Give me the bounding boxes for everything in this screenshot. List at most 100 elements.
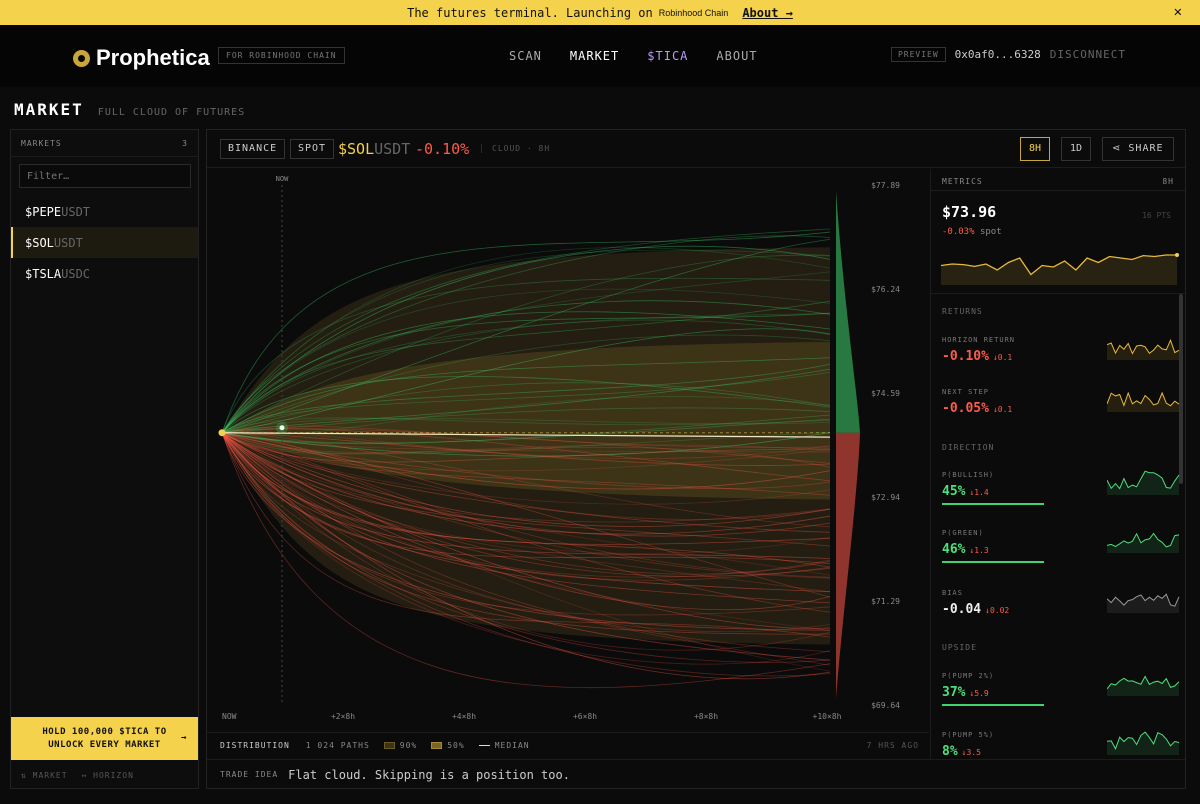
x-tick-label: +2×8h — [331, 712, 355, 721]
disconnect-button[interactable]: DISCONNECT — [1050, 48, 1126, 61]
metric-row: HORIZON RETURN -0.10% ↓0.1 — [942, 336, 1182, 364]
distribution-bar: DISTRIBUTION 1 024 PATHS 90% 50% MEDIAN … — [207, 732, 929, 758]
market-quote: USDT — [53, 235, 83, 250]
points-count: 16 PTS — [1142, 211, 1171, 220]
chain-badge: FOR ROBINHOOD CHAIN — [218, 47, 345, 64]
pair-base: $SOL — [338, 140, 375, 158]
nav-links: SCAN MARKET $TICA ABOUT — [509, 49, 758, 63]
legend-50-swatch — [431, 742, 443, 749]
share-label: SHARE — [1128, 143, 1164, 154]
distribution-label: DISTRIBUTION — [220, 741, 290, 750]
y-tick-label: $72.94 — [871, 493, 900, 502]
page-subtitle: FULL CLOUD OF FUTURES — [97, 107, 246, 118]
metric-sparkline — [1107, 675, 1180, 696]
market-filter-input[interactable] — [19, 164, 191, 188]
metric-row: P(BULLISH) 45% ↓1.4 — [942, 470, 1182, 505]
nav-scan[interactable]: SCAN — [509, 49, 542, 63]
arrow-right-icon: → — [181, 733, 187, 743]
pair-quote: USDT — [374, 140, 411, 158]
price-spark-end — [1175, 253, 1179, 257]
price-change: -0.10% — [415, 140, 470, 158]
market-item-pepe[interactable]: $PEPE USDT — [11, 196, 198, 227]
nav-tica[interactable]: $TICA — [647, 49, 688, 63]
robinhood-chain-logo: Robinhood Chain — [658, 7, 729, 18]
cloud-label: CLOUD · 8H — [481, 144, 550, 153]
share-icon: ⋖ — [1112, 143, 1129, 154]
market-item-tsla[interactable]: $TSLA USDC — [11, 258, 198, 289]
close-icon[interactable]: ✕ — [1174, 4, 1182, 20]
metric-row: P(GREEN) 46% ↓1.3 — [942, 529, 1182, 563]
y-tick-label: $77.89 — [871, 181, 900, 190]
market-panel: BINANCE SPOT $SOLUSDT -0.10% CLOUD · 8H … — [206, 129, 1186, 789]
spot-change-value: -0.03% — [942, 227, 975, 237]
metric-delta: ↓5.9 — [969, 689, 989, 698]
metrics-header: METRICS 8H — [931, 169, 1185, 191]
legend-90-swatch — [383, 742, 395, 749]
spot-change: -0.03% spot — [942, 227, 1002, 237]
now-point — [279, 425, 285, 431]
legend-median-swatch — [478, 745, 490, 746]
metrics-horizon: 8H — [1162, 177, 1174, 186]
legend-median-label: MEDIAN — [494, 741, 530, 750]
spot-label: spot — [979, 227, 1002, 237]
exchange-chip[interactable]: BINANCE — [220, 139, 286, 159]
y-tick-label: $76.24 — [871, 285, 900, 294]
metric-delta: ↓0.1 — [992, 405, 1013, 414]
y-tick-label: $69.64 — [871, 701, 900, 710]
section-direction: DIRECTION — [942, 443, 995, 452]
hint-horizon: ↔ HORIZON — [81, 771, 134, 780]
metric-delta: ↓3.5 — [961, 748, 981, 757]
trade-idea-text: Flat cloud. Skipping is a position too. — [288, 767, 570, 782]
timeframe-8h-button[interactable]: 8H — [1020, 137, 1051, 161]
banner-about-link[interactable]: About → — [742, 6, 793, 20]
metric-spark-area — [1107, 393, 1179, 412]
unlock-line-2: UNLOCK EVERY MARKET — [48, 739, 161, 750]
metric-underline-bar — [942, 704, 1044, 706]
metric-sparkline — [1107, 593, 1180, 613]
metric-value-text: 45% — [942, 484, 966, 499]
metric-sparkline — [1107, 391, 1180, 412]
trade-idea-bar: TRADE IDEA Flat cloud. Skipping is a pos… — [207, 759, 1185, 789]
nav-about[interactable]: ABOUT — [716, 49, 757, 63]
metric-underline-bar — [942, 503, 1044, 505]
market-base: $SOL — [25, 235, 54, 250]
metric-sparkline — [1107, 731, 1180, 755]
timeframe-1d-button[interactable]: 1D — [1061, 137, 1092, 161]
brand-name: Prophetica — [96, 45, 210, 70]
markets-header: MARKETS 3 — [11, 130, 198, 157]
brand-logo[interactable]: Prophetica — [73, 45, 210, 71]
unlock-button[interactable]: HOLD 100,000 $TICA TO UNLOCK EVERY MARKE… — [11, 717, 198, 760]
markets-sidebar: MARKETS 3 $PEPEUSDT $SOLUSDT $TSLAUSDC H… — [10, 129, 199, 789]
mode-chip[interactable]: SPOT — [290, 139, 335, 159]
metric-row: BIAS -0.04 ↓0.02 — [942, 589, 1182, 617]
unlock-line-1: HOLD 100,000 $TICA TO — [42, 726, 167, 737]
metric-row: P(PUMP 5%) 8% ↓3.5 — [942, 731, 1182, 759]
metrics-divider — [931, 293, 1185, 294]
metric-value-text: 37% — [942, 685, 966, 700]
share-button[interactable]: ⋖ SHARE — [1102, 137, 1174, 161]
metric-underline-bar — [942, 561, 1044, 563]
metric-delta: ↓1.3 — [969, 546, 989, 555]
legend-50-label: 50% — [447, 741, 465, 750]
metric-spark-area — [1107, 340, 1179, 360]
wallet-address: 0x0af0...6328 — [954, 48, 1041, 61]
metric-sparkline — [1107, 338, 1180, 360]
market-item-sol[interactable]: $SOL USDT — [11, 227, 198, 258]
page-heading: MARKET FULL CLOUD OF FUTURES — [14, 100, 245, 119]
x-tick-label: +6×8h — [573, 712, 597, 721]
wallet-area: PREVIEW 0x0af0...6328 DISCONNECT — [890, 47, 1126, 62]
y-tick-label: $74.59 — [871, 389, 900, 398]
updated-ago: 7 HRS AGO — [866, 741, 919, 750]
metric-delta: ↓1.4 — [969, 488, 989, 497]
hint-market: ⇅ MARKET — [21, 771, 68, 780]
market-base: $TSLA — [25, 266, 62, 281]
x-tick-label: +10×8h — [813, 712, 842, 721]
metric-delta: ↓0.02 — [985, 606, 1010, 615]
y-tick-label: $71.29 — [871, 597, 900, 606]
section-upside: UPSIDE — [942, 643, 977, 652]
nav-market[interactable]: MARKET — [570, 49, 619, 63]
market-quote: USDT — [61, 204, 91, 219]
x-tick-label: +4×8h — [452, 712, 476, 721]
metrics-panel: METRICS 8H $73.96 16 PTS -0.03% spot RET… — [930, 169, 1185, 759]
futures-cloud-chart[interactable]: NOW $77.89 $76.24 $74.59 $72.94 $71.29 $69.64 N… — [208, 169, 928, 731]
